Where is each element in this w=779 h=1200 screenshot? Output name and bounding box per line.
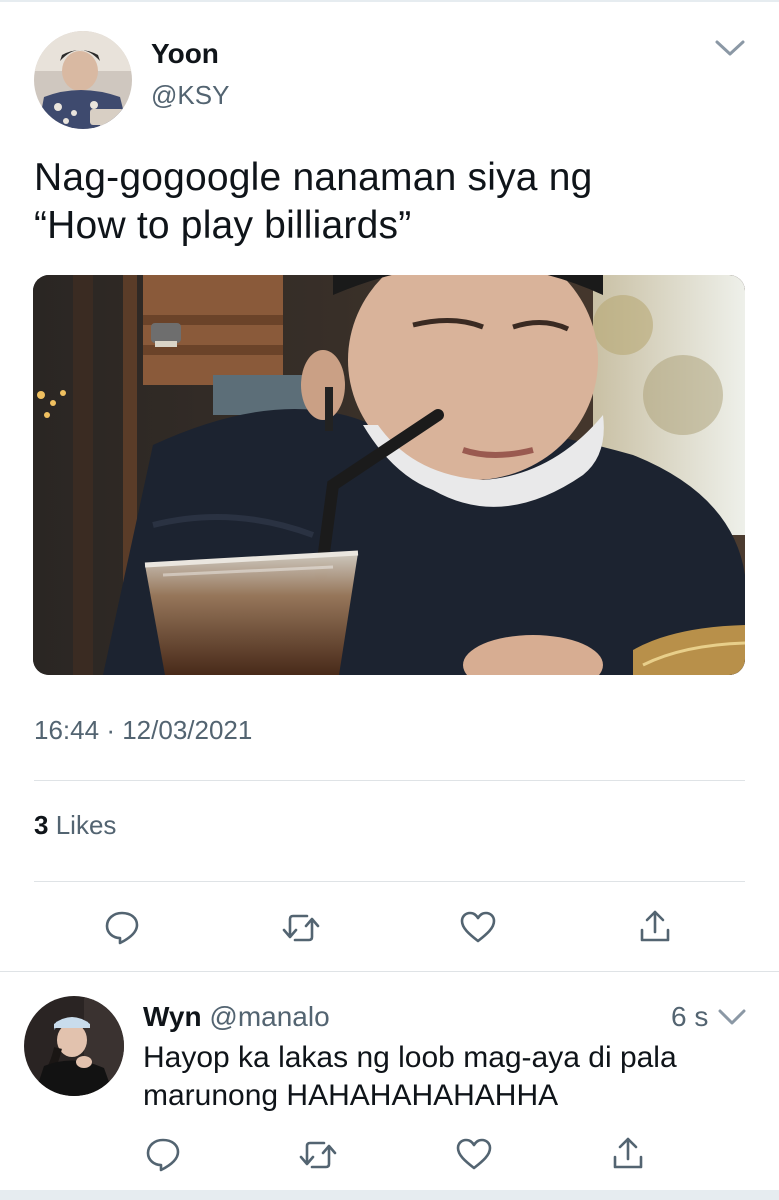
top-border (0, 0, 779, 2)
author-name[interactable]: Yoon (151, 37, 219, 71)
reply-more-chevron-icon[interactable] (717, 1006, 747, 1028)
likes-count: 3 (34, 810, 49, 840)
divider (34, 780, 745, 781)
tweet-date: 12/03/2021 (122, 715, 253, 745)
like-icon[interactable] (455, 1137, 493, 1171)
more-options-chevron-icon[interactable] (713, 36, 747, 60)
section-divider (0, 971, 779, 972)
reply-author[interactable]: Wyn @manalo (143, 1000, 330, 1034)
reply-icon[interactable] (144, 1135, 182, 1173)
reply-author-name: Wyn (143, 1001, 202, 1032)
retweet-icon[interactable] (298, 1137, 338, 1173)
reply-text-line-2: marunong HAHAHAHAHAHHA (143, 1079, 559, 1112)
tweet-photo[interactable] (33, 275, 745, 675)
tweet-text-line-1: Nag-gogoogle nanaman siya ng (34, 156, 593, 199)
tweet-text: Nag-gogoogle nanaman siya ng “How to pla… (34, 154, 754, 250)
reply-text: Hayop ka lakas ng loob mag-aya di pala m… (143, 1039, 763, 1115)
tweet-text-line-2: “How to play billiards” (34, 204, 412, 247)
author-avatar[interactable] (34, 31, 132, 129)
tweet-time: 16:44 (34, 715, 100, 745)
timestamp-separator: · (106, 715, 115, 745)
tweet-timestamp[interactable]: 16:44 · 12/03/2021 (34, 714, 252, 746)
reply-icon[interactable] (103, 908, 141, 946)
share-icon[interactable] (610, 1135, 646, 1173)
likes-stat[interactable]: 3 Likes (34, 809, 116, 841)
bottom-border (0, 1190, 779, 1200)
divider (34, 881, 745, 882)
retweet-icon[interactable] (281, 910, 321, 946)
like-icon[interactable] (459, 910, 497, 944)
reply-time: 6 s (671, 1001, 709, 1032)
author-handle[interactable]: @KSY (151, 79, 229, 111)
reply-author-avatar[interactable] (24, 996, 124, 1096)
share-icon[interactable] (637, 908, 673, 946)
reply-author-handle: @manalo (209, 1001, 330, 1032)
likes-label: Likes (55, 810, 117, 840)
reply-text-line-1: Hayop ka lakas ng loob mag-aya di pala (143, 1041, 677, 1074)
